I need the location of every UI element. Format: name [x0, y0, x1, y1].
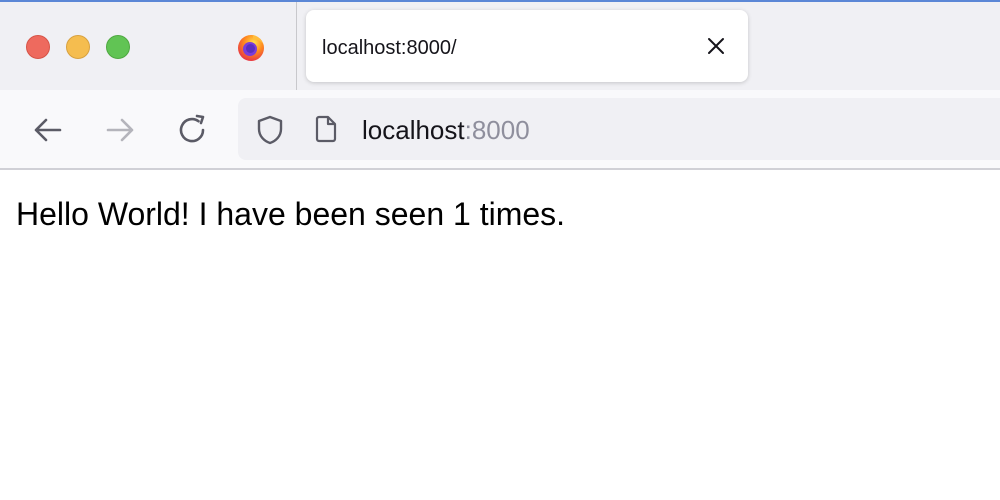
browser-window: localhost:8000/ localhost:8000 Hello Wor… — [0, 0, 1000, 500]
tab-divider — [296, 2, 297, 92]
page-content: Hello World! I have been seen 1 times. — [0, 170, 1000, 500]
navigation-toolbar: localhost:8000 — [0, 90, 1000, 170]
window-minimize-button[interactable] — [66, 35, 90, 59]
arrow-right-icon[interactable] — [102, 112, 138, 148]
tab-title: localhost:8000/ — [322, 37, 457, 59]
url-host: localhost — [362, 115, 465, 145]
url-text[interactable]: localhost:8000 — [362, 116, 530, 144]
shield-icon[interactable] — [256, 115, 284, 145]
url-bar[interactable]: localhost:8000 — [238, 98, 1000, 160]
tab-strip: localhost:8000/ — [0, 0, 1000, 92]
reload-icon[interactable] — [174, 112, 210, 148]
url-port: :8000 — [464, 115, 530, 145]
tab-active[interactable]: localhost:8000/ — [306, 10, 748, 82]
arrow-left-icon[interactable] — [30, 112, 66, 148]
document-icon[interactable] — [314, 115, 338, 143]
close-icon[interactable] — [704, 34, 728, 58]
firefox-logo-icon[interactable] — [236, 32, 266, 62]
window-maximize-button[interactable] — [106, 35, 130, 59]
page-body-text: Hello World! I have been seen 1 times. — [16, 196, 566, 232]
window-close-button[interactable] — [26, 35, 50, 59]
